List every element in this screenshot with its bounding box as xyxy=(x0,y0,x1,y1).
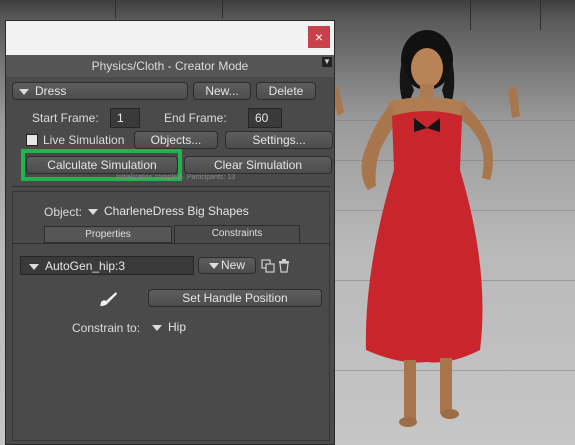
dialog-title: Physics/Cloth - Creator Mode xyxy=(6,55,334,77)
duplicate-icon[interactable] xyxy=(261,259,275,273)
object-label: Object: xyxy=(44,205,83,219)
chevron-down-icon xyxy=(29,263,39,270)
left-foot xyxy=(399,417,417,427)
trash-icon[interactable] xyxy=(278,259,290,273)
object-dropdown-value: CharleneDress Big Shapes xyxy=(104,204,249,218)
character-figure xyxy=(330,30,520,427)
wall-line xyxy=(222,0,223,18)
objects-button[interactable]: Objects... xyxy=(134,131,218,149)
raised-right-hand xyxy=(508,86,520,118)
constrain-to-dropdown[interactable]: Hip xyxy=(152,318,232,336)
right-leg xyxy=(440,358,452,414)
live-simulation-label: Live Simulation xyxy=(43,133,125,147)
chevron-down-icon xyxy=(88,208,98,215)
dress xyxy=(365,111,483,363)
new-cloth-button[interactable]: New... xyxy=(193,82,251,100)
start-frame-input[interactable]: 1 xyxy=(110,108,140,128)
right-arm xyxy=(458,104,493,180)
set-handle-position-button[interactable]: Set Handle Position xyxy=(148,289,322,307)
close-button[interactable]: × xyxy=(308,26,330,48)
live-simulation-checkbox[interactable] xyxy=(26,134,38,146)
chevron-down-icon xyxy=(19,88,29,95)
delete-cloth-button[interactable]: Delete xyxy=(256,82,316,100)
new-constraint-label: New xyxy=(220,258,245,272)
cloth-dropdown[interactable]: Dress xyxy=(12,82,188,100)
neck xyxy=(420,84,434,98)
chevron-down-icon xyxy=(208,262,219,269)
constrain-to-value: Hip xyxy=(168,320,187,334)
physics-cloth-dialog: × Physics/Cloth - Creator Mode ▼ Dress N… xyxy=(5,20,335,445)
new-constraint-button[interactable]: New xyxy=(198,257,256,274)
wall-line xyxy=(115,0,116,18)
section-divider xyxy=(12,186,330,187)
object-dropdown[interactable]: CharleneDress Big Shapes xyxy=(88,202,288,220)
brush-icon xyxy=(100,292,117,306)
left-leg xyxy=(404,360,416,420)
right-foot xyxy=(441,409,459,419)
settings-button[interactable]: Settings... xyxy=(225,131,333,149)
constrain-to-label: Constrain to: xyxy=(72,321,141,335)
tab-divider xyxy=(12,243,330,244)
tab-properties[interactable]: Properties xyxy=(44,226,172,243)
chevron-down-icon xyxy=(152,324,162,331)
end-frame-label: End Frame: xyxy=(164,111,227,125)
clear-simulation-button[interactable]: Clear Simulation xyxy=(184,156,332,174)
simulation-status-text: Initialization complete. Participants: 1… xyxy=(116,174,236,181)
dialog-header: × xyxy=(6,21,334,55)
constraint-group-value: AutoGen_hip:3 xyxy=(45,259,126,273)
close-icon: × xyxy=(314,29,324,45)
panel-menu-icon[interactable]: ▼ xyxy=(322,57,332,67)
end-frame-input[interactable]: 60 xyxy=(248,108,282,128)
face xyxy=(411,48,443,88)
tab-constraints[interactable]: Constraints xyxy=(174,225,300,243)
constraint-group-dropdown[interactable]: AutoGen_hip:3 xyxy=(20,256,194,275)
cloth-dropdown-value: Dress xyxy=(35,84,67,98)
start-frame-label: Start Frame: xyxy=(32,111,99,125)
